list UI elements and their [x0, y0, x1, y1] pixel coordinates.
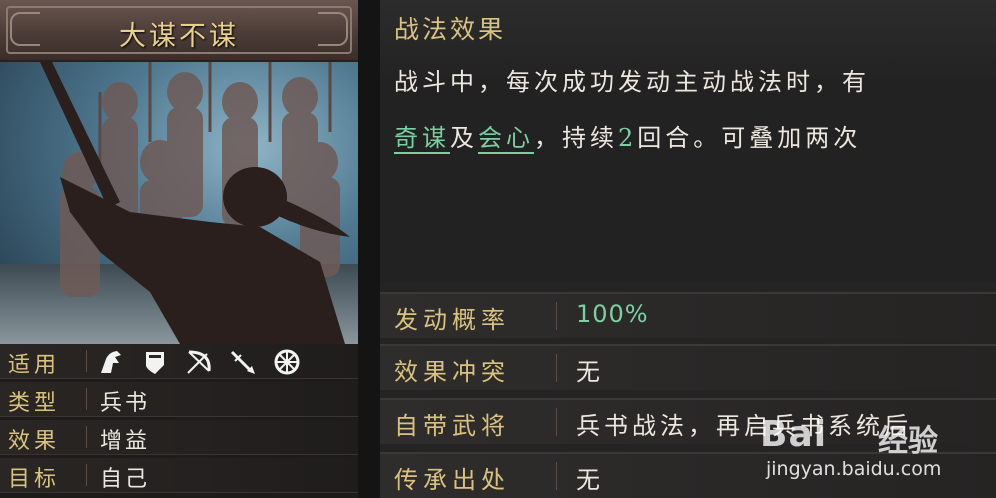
- desc-duration-number: 2: [618, 124, 638, 152]
- prop-label: 传承出处: [394, 466, 510, 494]
- desc-tail-1: ，持续: [534, 124, 618, 152]
- skill-info-table: 适用 类型 兵书 效果 增益 目标 自己: [0, 344, 358, 498]
- prop-label: 自带武将: [394, 412, 510, 440]
- keyword-huixin[interactable]: 会心: [478, 124, 534, 154]
- desc-tail-2: 回合。可叠加两次: [637, 124, 862, 152]
- info-value: 增益: [100, 429, 151, 454]
- info-separator: [86, 426, 87, 448]
- prop-value: 无: [576, 466, 604, 494]
- effect-section: 战法效果 战斗中，每次成功发动主动战法时，有 奇谋及会心，持续2回合。可叠加两次: [380, 0, 996, 282]
- effect-title: 战法效果: [394, 15, 507, 44]
- prop-value: 无: [576, 358, 604, 386]
- info-row-effect: 效果 增益: [0, 420, 358, 455]
- desc-line-2: 奇谋及会心，持续2回合。可叠加两次: [394, 110, 996, 166]
- prop-separator: [556, 302, 557, 330]
- prop-value: 100%: [576, 300, 649, 328]
- cavalry-icon: [96, 348, 126, 376]
- info-label: 目标: [8, 467, 61, 492]
- troop-type-icons: [96, 348, 302, 376]
- watermark-url: jingyan.baidu.com: [766, 458, 942, 480]
- keyword-qimou[interactable]: 奇谋: [394, 124, 450, 154]
- watermark-logo: Bai: [760, 414, 828, 455]
- siege-wheel-icon: [272, 348, 302, 376]
- prop-separator: [556, 462, 557, 490]
- shield-icon: [140, 348, 170, 376]
- skill-name: 大谋不谋: [119, 21, 239, 52]
- info-label: 类型: [8, 391, 61, 416]
- info-separator: [86, 350, 87, 372]
- info-row-target: 目标 自己: [0, 458, 358, 493]
- info-row-applicable: 适用: [0, 344, 358, 379]
- info-label: 适用: [8, 353, 61, 378]
- effect-description: 战斗中，每次成功发动主动战法时，有 奇谋及会心，持续2回合。可叠加两次: [394, 54, 996, 166]
- watermark-brand: 经验: [878, 424, 938, 459]
- prop-separator: [556, 408, 557, 436]
- skill-artwork: [0, 62, 358, 344]
- desc-line-1: 战斗中，每次成功发动主动战法时，有: [394, 68, 870, 96]
- prop-separator: [556, 354, 557, 382]
- desc-connector: 及: [450, 124, 478, 152]
- info-row-type: 类型 兵书: [0, 382, 358, 417]
- prop-row-trigger-rate: 发动概率 100%: [380, 292, 996, 338]
- info-separator: [86, 464, 87, 486]
- prop-label: 效果冲突: [394, 358, 510, 386]
- info-value: 兵书: [100, 391, 151, 416]
- title-plate: 大谋不谋: [0, 0, 358, 62]
- info-label: 效果: [8, 429, 61, 454]
- info-separator: [86, 388, 87, 410]
- baidu-watermark: Bai 经验 jingyan.baidu.com: [760, 412, 996, 498]
- panel-divider: [358, 0, 380, 498]
- warrior-silhouette-art: [40, 62, 350, 344]
- skill-card: 大谋不谋 适用 类型 兵书 效果 增益 目标 自己: [0, 0, 358, 498]
- info-value: 自己: [100, 467, 151, 492]
- bow-icon: [184, 348, 214, 376]
- prop-row-conflict: 效果冲突 无: [380, 344, 996, 390]
- prop-label: 发动概率: [394, 306, 510, 334]
- spear-icon: [228, 348, 258, 376]
